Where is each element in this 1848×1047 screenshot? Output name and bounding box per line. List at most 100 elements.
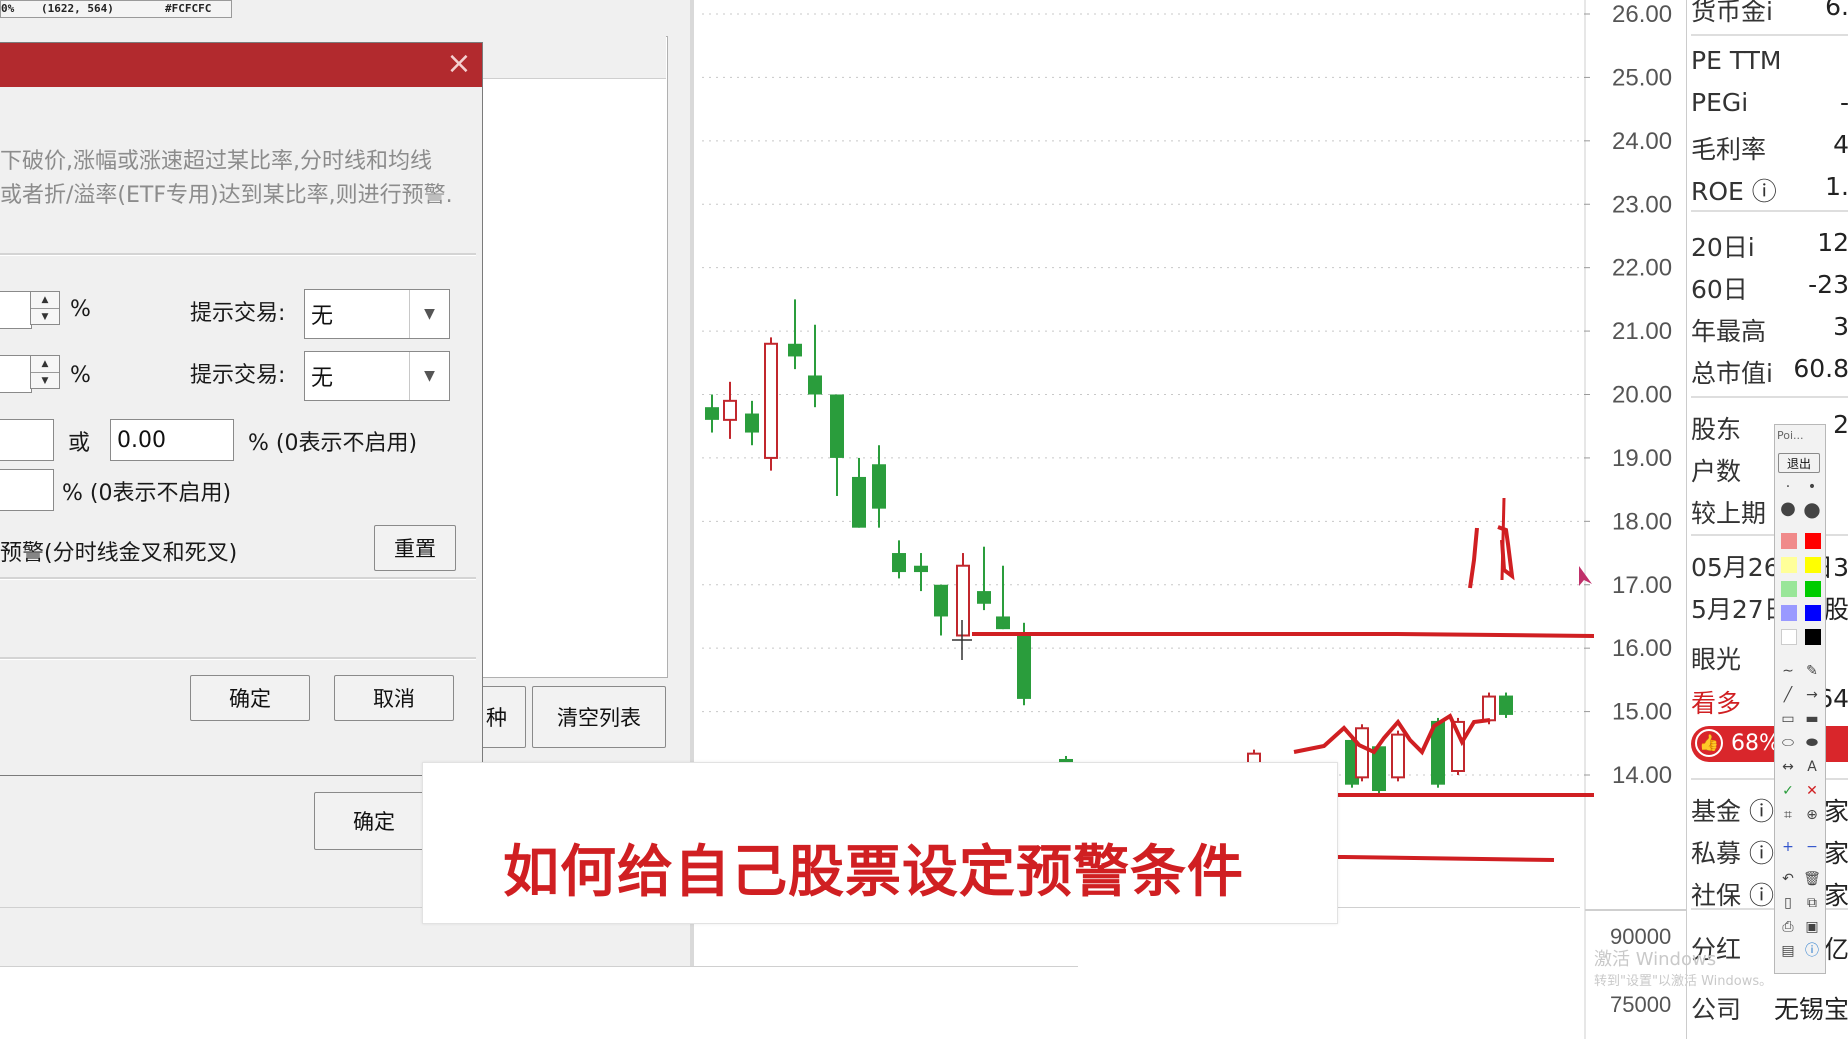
outer-ok-button[interactable]: 确定 bbox=[314, 792, 434, 850]
swatch-white[interactable] bbox=[1781, 629, 1797, 645]
clear-list-button[interactable]: 清空列表 bbox=[532, 686, 666, 748]
cancel-label: 取消 bbox=[373, 687, 415, 711]
candle-body bbox=[808, 375, 822, 395]
info-separator bbox=[1691, 210, 1848, 212]
candle-body bbox=[1391, 733, 1405, 779]
info-separator bbox=[1691, 34, 1848, 36]
ok-button[interactable]: 确定 bbox=[190, 675, 310, 721]
undo-icon[interactable]: ↶ bbox=[1778, 869, 1798, 889]
cursor-coords: (1622, 564) bbox=[41, 2, 114, 15]
y-tick-label: 19.00 bbox=[1612, 445, 1672, 472]
y-tick-label: 25.00 bbox=[1612, 64, 1672, 91]
volume-tick-label: 75000 bbox=[1610, 992, 1671, 1017]
double-arrow-icon[interactable]: ↔ bbox=[1778, 757, 1798, 777]
chevron-down-icon[interactable]: ▼ bbox=[409, 352, 449, 400]
cross-icon[interactable]: ✕ bbox=[1802, 781, 1822, 801]
info-value: 亿 bbox=[1823, 935, 1848, 964]
y-tick-label: 22.00 bbox=[1612, 255, 1672, 282]
drawing-toolbar: Poi... 退出 · • ● ● ∼ ✎ ╱ → ▭ ▬ ⬭ ⬬ ↔ A ✓ … bbox=[1774, 424, 1826, 974]
swatch-light-red[interactable] bbox=[1781, 533, 1797, 549]
trade-prompt-select-2[interactable]: 无 ▼ bbox=[304, 351, 450, 401]
info-value: 6. bbox=[1825, 0, 1848, 21]
info-value: -23 bbox=[1808, 270, 1848, 299]
rectangle-icon[interactable]: ▭ bbox=[1778, 709, 1798, 729]
info-label: 较上期 bbox=[1691, 499, 1767, 528]
info-label: PEGi bbox=[1691, 88, 1749, 117]
dialog-titlebar[interactable]: × bbox=[0, 43, 482, 87]
curve-icon[interactable]: ∼ bbox=[1778, 661, 1798, 681]
y-tick-label: 20.00 bbox=[1612, 382, 1672, 409]
filled-ellipse-icon[interactable]: ⬬ bbox=[1802, 733, 1822, 753]
exit-button[interactable]: 退出 bbox=[1778, 453, 1820, 473]
info-icon[interactable]: ⓘ bbox=[1802, 941, 1822, 961]
info-label: PE TTM bbox=[1691, 46, 1782, 75]
candle-body bbox=[1355, 727, 1369, 779]
text-tool-icon[interactable]: A bbox=[1802, 757, 1822, 777]
trash-icon[interactable]: 🗑 bbox=[1802, 869, 1822, 889]
speed-rate-stepper[interactable]: ▲ ▼ bbox=[30, 355, 60, 389]
price-field[interactable] bbox=[0, 419, 54, 461]
y-tick-label: 24.00 bbox=[1612, 128, 1672, 155]
pen-icon[interactable]: ✎ bbox=[1802, 661, 1822, 681]
ellipse-icon[interactable]: ⬭ bbox=[1778, 733, 1798, 753]
trade-prompt-select-1[interactable]: 无 ▼ bbox=[304, 289, 450, 339]
medium-dot-icon[interactable]: ● bbox=[1778, 499, 1798, 519]
swatch-black[interactable] bbox=[1805, 629, 1821, 645]
speed-rate-unit: % bbox=[70, 363, 91, 388]
crop-icon[interactable]: ⌗ bbox=[1778, 805, 1798, 825]
zoom-icon[interactable]: ⊕ bbox=[1802, 805, 1822, 825]
ok-label: 确定 bbox=[229, 687, 271, 711]
swatch-blue[interactable] bbox=[1805, 605, 1821, 621]
y-tick-label: 16.00 bbox=[1612, 635, 1672, 662]
plus-icon[interactable]: + bbox=[1778, 837, 1798, 857]
thumbs-up-icon: 👍 bbox=[1695, 729, 1723, 757]
candle-body bbox=[788, 343, 802, 357]
swatch-light-yellow[interactable] bbox=[1781, 557, 1797, 573]
arrow-right-icon[interactable]: → bbox=[1802, 685, 1822, 705]
speed-rate-field[interactable] bbox=[0, 355, 32, 393]
chevron-down-icon[interactable]: ▼ bbox=[409, 290, 449, 338]
coordinate-readout: 0% (1622, 564) #FCFCFC bbox=[0, 0, 232, 18]
candle-body bbox=[723, 399, 737, 421]
mark-left bbox=[1468, 527, 1479, 589]
color-readout: #FCFCFC bbox=[165, 2, 212, 15]
filled-rectangle-icon[interactable]: ▬ bbox=[1802, 709, 1822, 729]
large-dot-icon[interactable]: ● bbox=[1802, 499, 1822, 519]
swatch-yellow[interactable] bbox=[1805, 557, 1821, 573]
rise-rate-field[interactable] bbox=[0, 291, 32, 329]
line-icon[interactable]: ╱ bbox=[1778, 685, 1798, 705]
activation-watermark-sub: 转到"设置"以激活 Windows。 bbox=[1594, 974, 1773, 989]
info-label: 社保 ⓘ bbox=[1691, 881, 1774, 910]
save-icon[interactable]: ▣ bbox=[1802, 917, 1822, 937]
small-dot-icon[interactable]: · bbox=[1778, 477, 1798, 497]
reset-button[interactable]: 重置 bbox=[374, 525, 456, 571]
cancel-button[interactable]: 取消 bbox=[334, 675, 454, 721]
trade-prompt-value-2: 无 bbox=[311, 366, 334, 391]
dialog-separator-top bbox=[0, 253, 476, 256]
info-value: 家 bbox=[1823, 839, 1848, 868]
ratio-field[interactable]: 0.00 bbox=[110, 419, 234, 461]
title-banner: 如何给自己股票设定预警条件 bbox=[422, 762, 1338, 924]
dot-icon[interactable]: • bbox=[1802, 477, 1822, 497]
swatch-red[interactable] bbox=[1805, 533, 1821, 549]
dialog-description-2: 或者折/溢率(ETF专用)达到某比率,则进行预警. bbox=[0, 183, 453, 208]
minus-icon[interactable]: − bbox=[1802, 837, 1822, 857]
info-value: 4 bbox=[1833, 130, 1848, 159]
close-icon[interactable]: × bbox=[444, 49, 474, 79]
swatch-light-green[interactable] bbox=[1781, 581, 1797, 597]
rise-rate-stepper[interactable]: ▲ ▼ bbox=[30, 291, 60, 325]
new-page-icon[interactable]: ▯ bbox=[1778, 893, 1798, 913]
candle-body bbox=[1017, 635, 1031, 699]
candles bbox=[705, 299, 1513, 795]
swatch-light-blue[interactable] bbox=[1781, 605, 1797, 621]
premium-field[interactable] bbox=[0, 469, 54, 511]
check-icon[interactable]: ✓ bbox=[1778, 781, 1798, 801]
mark-stroke bbox=[1500, 497, 1506, 581]
y-tick-label: 14.00 bbox=[1612, 762, 1672, 789]
info-label: 眼光 bbox=[1691, 645, 1742, 674]
copy-icon[interactable]: ⧉ bbox=[1802, 893, 1822, 913]
print-icon[interactable]: ⎙ bbox=[1778, 917, 1798, 937]
image-icon[interactable]: ▤ bbox=[1778, 941, 1798, 961]
ratio-suffix: % (0表示不启用) bbox=[248, 431, 418, 456]
swatch-green[interactable] bbox=[1805, 581, 1821, 597]
